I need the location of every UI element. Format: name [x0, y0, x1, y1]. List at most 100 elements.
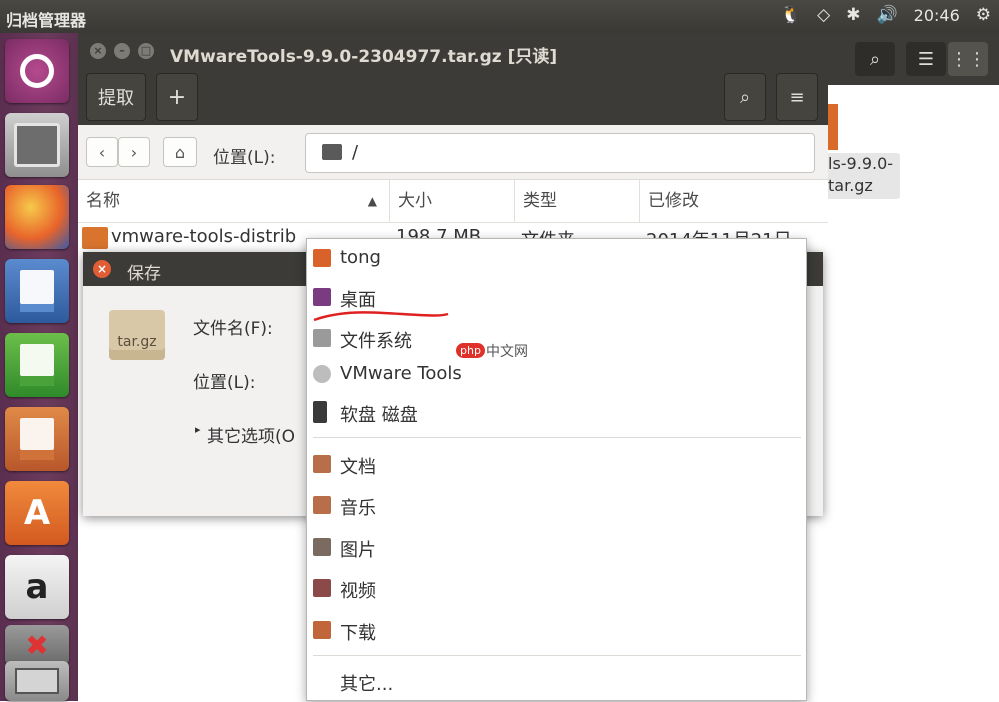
music-folder-icon	[313, 496, 331, 514]
volume-icon[interactable]: 🔊	[876, 5, 897, 25]
folder-icon	[322, 144, 342, 160]
menu-button[interactable]: ≡	[776, 73, 818, 121]
sort-ascending-icon: ▲	[367, 194, 377, 208]
videos-folder-icon	[313, 579, 331, 597]
extract-button[interactable]: 提取	[86, 73, 146, 121]
background-grid-view-button[interactable]: ⋮⋮	[948, 42, 988, 76]
package-icon: tar.gz	[109, 310, 165, 360]
background-archive-file-icon[interactable]	[828, 104, 838, 150]
launcher-firefox[interactable]	[5, 185, 69, 249]
background-file-label[interactable]: ls-9.9.0- tar.gz	[818, 153, 900, 199]
launcher-writer[interactable]	[5, 259, 69, 323]
home-folder-icon	[313, 249, 331, 267]
row-name: vmware-tools-distrib	[111, 226, 297, 247]
column-modified-label: 已修改	[648, 191, 699, 211]
column-size-label: 大小	[398, 191, 432, 211]
home-icon: ⌂	[174, 142, 186, 162]
file-label-line1: ls-9.9.0-	[828, 154, 894, 173]
clock[interactable]: 20:46	[914, 6, 960, 25]
window-title: VMwareTools-9.9.0-2304977.tar.gz [只读]	[170, 47, 558, 67]
column-size[interactable]: 大小	[390, 180, 515, 222]
search-button[interactable]: ⌕	[724, 73, 766, 121]
menu-item-label: 下载	[340, 623, 376, 644]
menu-item-downloads[interactable]: 下载	[307, 611, 806, 651]
background-search-button[interactable]: ⌕	[855, 42, 895, 76]
menu-item-label: 软盘 磁盘	[340, 405, 418, 426]
impress-slide-icon	[20, 418, 54, 460]
launcher-software-center[interactable]: A	[5, 481, 69, 545]
other-options-expander[interactable]: 其它选项(O	[207, 422, 295, 447]
menu-item-label: tong	[340, 247, 381, 268]
menu-item-home[interactable]: tong	[307, 239, 806, 279]
back-button[interactable]: ‹	[86, 137, 118, 167]
menu-item-pictures[interactable]: 图片	[307, 528, 806, 568]
wifi-icon[interactable]: ◇	[817, 5, 830, 25]
menu-item-label: 文档	[340, 457, 376, 478]
menu-item-other[interactable]: 其它...	[307, 662, 806, 702]
window-maximize-button[interactable]: □	[138, 43, 154, 59]
settings-wrench-icon: ✖	[25, 628, 49, 662]
expander-arrow-icon[interactable]: ▸	[195, 423, 201, 436]
background-list-view-button[interactable]: ☰	[906, 42, 946, 76]
launcher-files[interactable]	[5, 113, 69, 177]
power-gear-icon[interactable]: ⚙	[976, 5, 991, 25]
menu-item-label: 图片	[340, 540, 376, 561]
launcher-dash[interactable]	[5, 39, 69, 103]
menu-separator	[313, 655, 801, 656]
add-files-button[interactable]: +	[156, 73, 198, 121]
column-name[interactable]: 名称 ▲	[78, 180, 390, 222]
menu-separator	[313, 437, 801, 438]
dialog-close-button[interactable]: ×	[93, 260, 111, 278]
bluetooth-icon[interactable]: ✱	[846, 5, 860, 25]
shopping-bag-icon: A	[23, 493, 51, 533]
column-type[interactable]: 类型	[515, 180, 640, 222]
indicator-area: 🐧 ◇ ✱ 🔊 20:46 ⚙	[780, 5, 991, 25]
launcher-impress[interactable]	[5, 407, 69, 471]
forward-button[interactable]: ›	[118, 137, 150, 167]
downloads-folder-icon	[313, 621, 331, 639]
cdrom-icon	[313, 365, 331, 383]
folder-icon	[82, 227, 108, 249]
location-label: 位置(L):	[213, 148, 276, 168]
menu-item-label: 音乐	[340, 498, 376, 519]
search-icon: ⌕	[739, 86, 751, 108]
launcher-amazon[interactable]: a	[5, 555, 69, 619]
chevron-right-icon: ›	[130, 142, 138, 162]
top-panel: 归档管理器 🐧 ◇ ✱ 🔊 20:46 ⚙	[0, 0, 999, 33]
window-close-button[interactable]: ×	[90, 43, 106, 59]
menu-item-documents[interactable]: 文档	[307, 445, 806, 485]
tux-icon[interactable]: 🐧	[780, 5, 801, 25]
filename-label: 文件名(F):	[193, 319, 273, 339]
archive-titlebar: × – □ VMwareTools-9.9.0-2304977.tar.gz […	[78, 33, 828, 70]
amazon-icon: a	[25, 567, 49, 607]
ubuntu-logo-icon	[20, 54, 54, 88]
menu-item-label: VMware Tools	[340, 363, 462, 384]
column-header: 名称 ▲ 大小 类型 已修改	[78, 180, 828, 223]
column-name-label: 名称	[86, 191, 120, 211]
watermark-badge: php	[456, 343, 485, 358]
location-bar: ‹ › ⌂ 位置(L): /	[78, 125, 828, 180]
writer-doc-icon	[20, 270, 54, 312]
location-path: /	[352, 142, 359, 163]
menu-item-floppy[interactable]: 软盘 磁盘	[307, 393, 806, 433]
menu-item-vmware-tools[interactable]: VMware Tools	[307, 355, 806, 395]
menu-item-label: 视频	[340, 581, 376, 602]
menu-item-videos[interactable]: 视频	[307, 569, 806, 609]
floppy-icon	[313, 401, 327, 423]
calc-sheet-icon	[20, 344, 54, 386]
window-minimize-button[interactable]: –	[114, 43, 130, 59]
menu-item-music[interactable]: 音乐	[307, 486, 806, 526]
launcher-settings[interactable]: ✖	[5, 625, 69, 665]
home-button[interactable]: ⌂	[163, 137, 197, 167]
launcher-printer[interactable]	[5, 661, 69, 701]
hamburger-menu-icon: ≡	[789, 86, 805, 108]
file-cabinet-icon	[14, 123, 60, 167]
location-field[interactable]: /	[305, 133, 815, 173]
documents-folder-icon	[313, 455, 331, 473]
column-modified[interactable]: 已修改	[640, 180, 828, 222]
save-dialog-title: 保存	[127, 264, 161, 284]
desktop-icon	[313, 288, 331, 306]
menu-item-label: 其它...	[340, 674, 394, 695]
launcher: A a ✖	[0, 33, 78, 701]
launcher-calc[interactable]	[5, 333, 69, 397]
